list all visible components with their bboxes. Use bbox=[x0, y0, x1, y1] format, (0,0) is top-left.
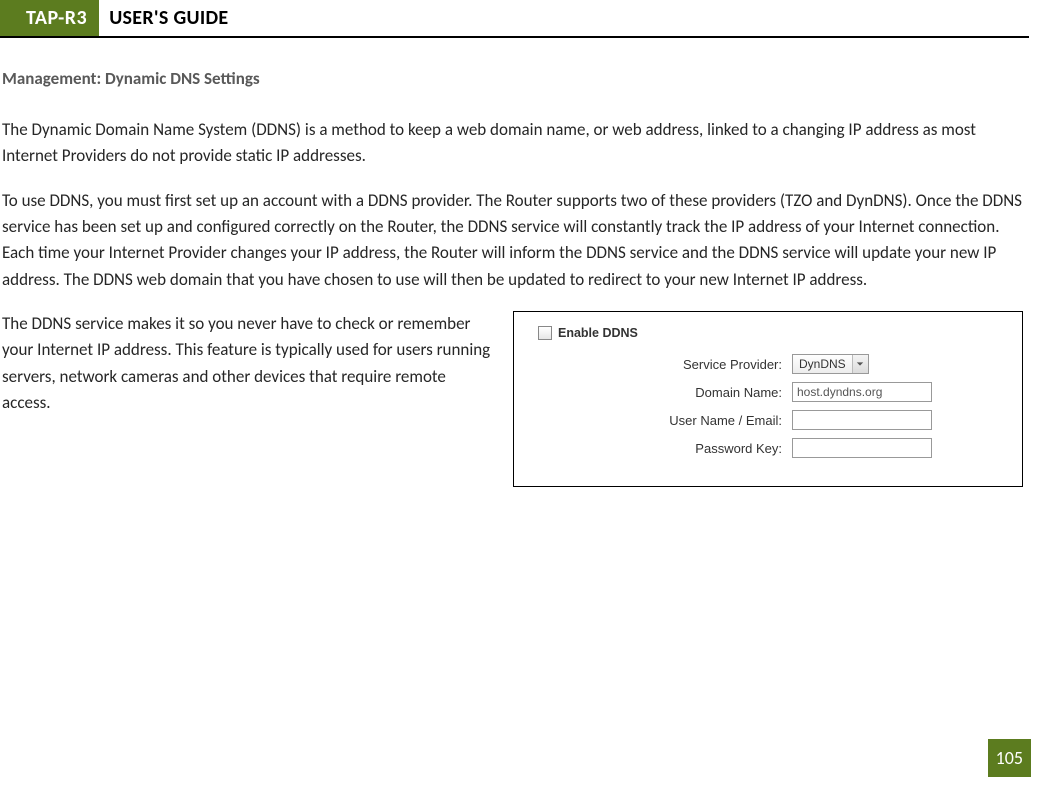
domain-name-input[interactable] bbox=[792, 382, 932, 402]
page-header: TAP-R3 USER'S GUIDE bbox=[0, 0, 1029, 38]
service-provider-select[interactable]: DynDNS bbox=[792, 354, 869, 374]
chevron-down-icon bbox=[856, 360, 864, 368]
enable-ddns-label: Enable DDNS bbox=[558, 326, 638, 340]
paragraph-2: To use DDNS, you must first set up an ac… bbox=[2, 188, 1023, 293]
paragraph-1: The Dynamic Domain Name System (DDNS) is… bbox=[2, 117, 1023, 170]
user-email-input[interactable] bbox=[792, 410, 932, 430]
service-provider-value: DynDNS bbox=[793, 357, 852, 371]
header-accent bbox=[0, 0, 12, 36]
domain-name-label: Domain Name: bbox=[532, 385, 792, 400]
section-heading: Management: Dynamic DNS Settings bbox=[2, 68, 1023, 89]
service-provider-label: Service Provider: bbox=[532, 357, 792, 372]
password-key-label: Password Key: bbox=[532, 441, 792, 456]
product-tag: TAP-R3 bbox=[12, 0, 99, 36]
ddns-settings-panel: Enable DDNS Service Provider: DynDNS Dom… bbox=[513, 311, 1023, 487]
password-key-input[interactable] bbox=[792, 438, 932, 458]
dropdown-button[interactable] bbox=[852, 355, 868, 373]
document-title: USER'S GUIDE bbox=[99, 0, 228, 36]
page-number: 105 bbox=[988, 739, 1031, 777]
enable-ddns-checkbox[interactable] bbox=[538, 326, 552, 340]
page-content: Management: Dynamic DNS Settings The Dyn… bbox=[0, 38, 1041, 487]
paragraph-3: The DDNS service makes it so you never h… bbox=[2, 311, 495, 416]
user-email-label: User Name / Email: bbox=[532, 413, 792, 428]
